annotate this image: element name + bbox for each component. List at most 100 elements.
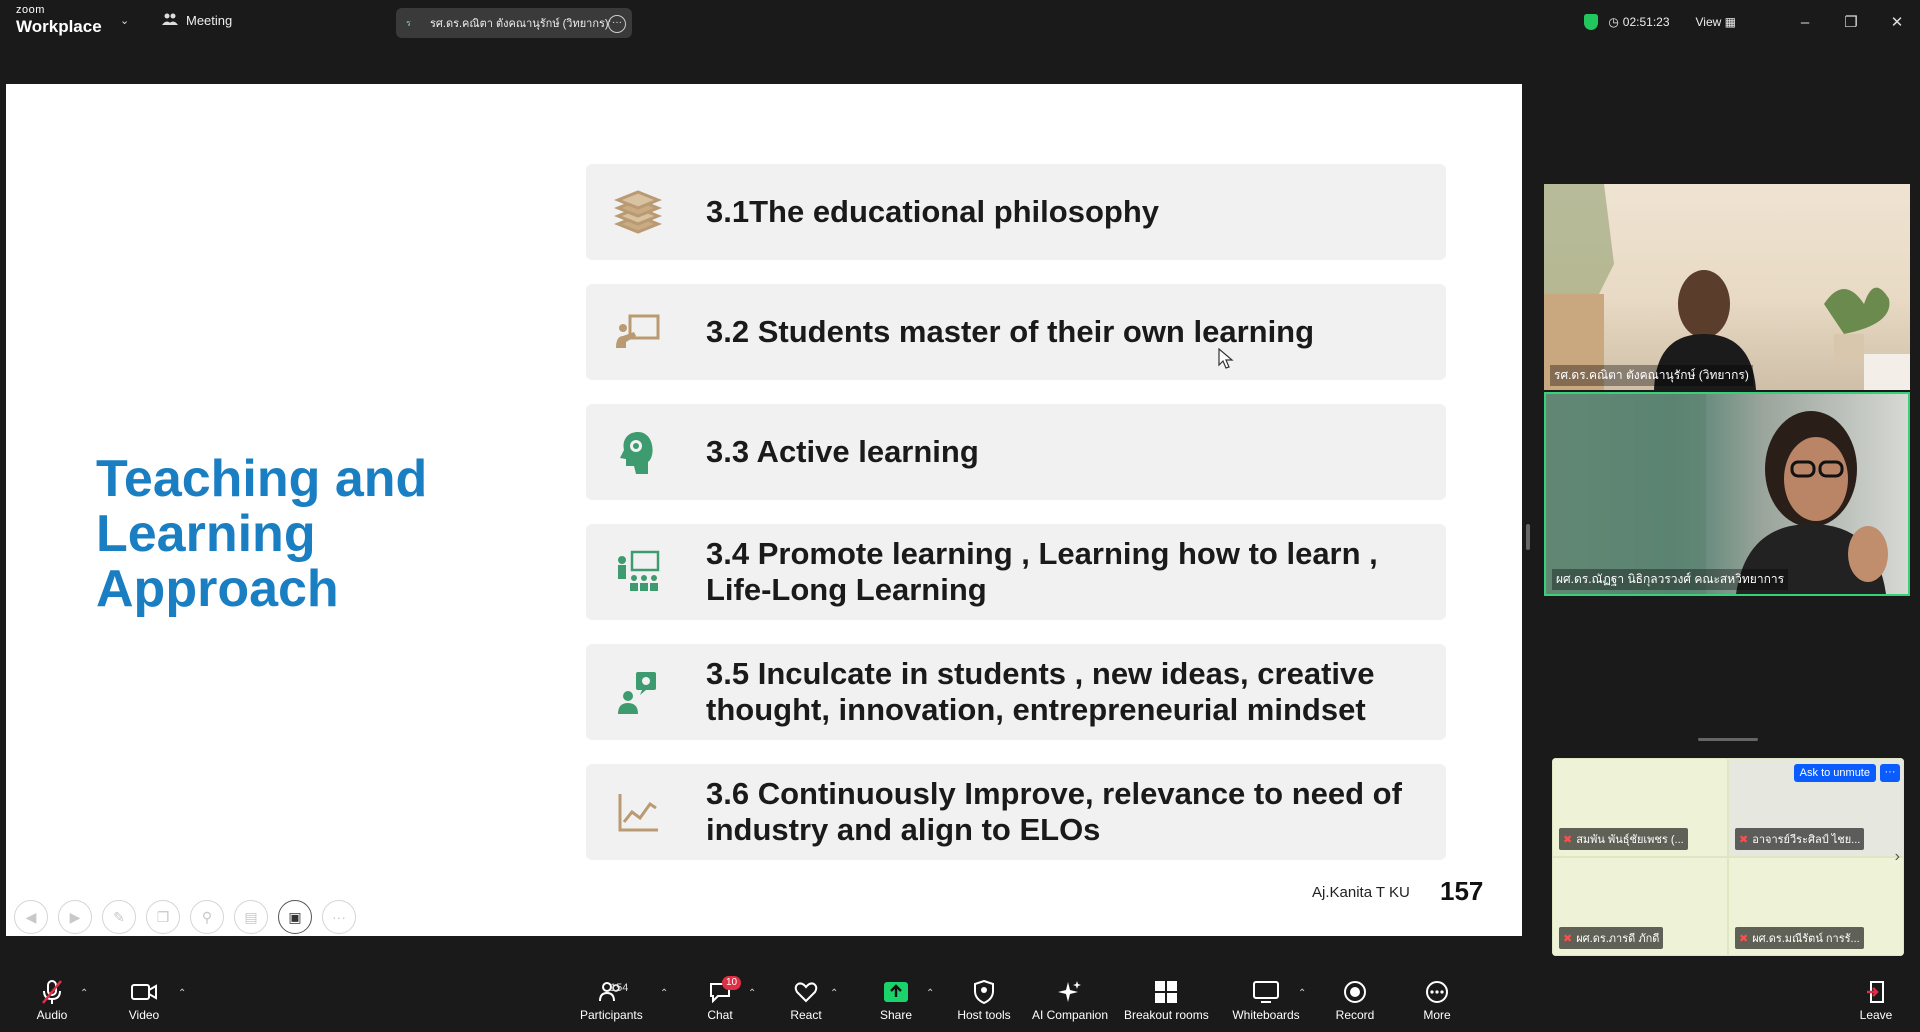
react-button[interactable]: React (786, 978, 826, 1022)
share-label: Share (879, 1008, 913, 1022)
grid-view-icon: ▦ (1724, 15, 1736, 29)
breakout-rooms-label: Breakout rooms (1124, 1008, 1209, 1022)
more-button[interactable]: More (1418, 978, 1456, 1022)
gallery-panel: ✖ สมพัน พันธุ์ชัยเพชร (... ✖ อาจารย์วีระศิ… (1552, 758, 1904, 956)
chevron-down-icon[interactable]: ⌄ (120, 14, 129, 27)
whiteboards-caret-icon[interactable]: ⌃ (1298, 988, 1306, 999)
speaker-2-video-icon (1546, 394, 1888, 594)
speaker-1-video-icon (1544, 184, 1910, 390)
slide-item-text: 3.2 Students master of their own learnin… (706, 314, 1315, 349)
brand-small-text: zoom (16, 4, 45, 16)
gallery-tile-name: สมพัน พันธุ์ชัยเพชร (... (1576, 834, 1684, 846)
idea-person-icon (614, 668, 662, 716)
security-shield-icon[interactable] (1584, 14, 1599, 30)
subtitles-icon[interactable]: ▤ (234, 900, 268, 934)
meeting-timer[interactable]: 02:51:23 (1623, 15, 1670, 29)
whiteboards-label: Whiteboards (1232, 1008, 1300, 1022)
gallery-tile[interactable]: ✖ ผศ.ดร.มณีรัตน์ การรั... (1728, 857, 1904, 956)
ask-to-unmute-button[interactable]: Ask to unmute (1793, 764, 1876, 782)
muted-mic-icon: ✖ (1563, 933, 1573, 945)
video-button[interactable]: Video (124, 978, 164, 1022)
prev-slide-icon[interactable]: ◀ (14, 900, 48, 934)
chat-icon: 10 (700, 976, 742, 1006)
muted-mic-icon: ✖ (1739, 933, 1749, 945)
clock-icon: ◷ (1608, 15, 1619, 29)
participants-button[interactable]: 154 Participants (580, 978, 643, 1022)
gallery-more-button[interactable]: ··· (1880, 764, 1900, 782)
title-bar: zoom Workplace ⌄ Meeting ร รศ.ดร.คณิตา ต… (0, 0, 1920, 44)
meeting-label: Meeting (186, 13, 233, 28)
trend-chart-icon (614, 788, 662, 836)
whiteboard-icon (1232, 978, 1300, 1006)
books-icon (613, 188, 663, 236)
speaker-2-name: ผศ.ดร.ณัฏฐา นิธิกุลวรวงศ์ คณะสหวิทยาการ (1552, 569, 1789, 590)
host-tools-button[interactable]: Host tools (954, 978, 1014, 1022)
share-screen-icon (876, 978, 916, 1006)
zoom-workplace-logo[interactable]: zoom Workplace (16, 4, 102, 36)
leave-door-icon (1856, 978, 1896, 1006)
slide-item-text: 3.1The educational philosophy (706, 194, 1160, 229)
camera-icon[interactable]: ▣ (278, 900, 312, 934)
share-caret-icon[interactable]: ⌃ (926, 988, 934, 999)
participants-count: 154 (610, 982, 629, 994)
shared-slide: Teaching and Learning Approach 3.1The ed… (6, 84, 1522, 936)
host-shield-icon (954, 978, 1014, 1006)
more-options-icon[interactable]: ··· (608, 15, 626, 33)
record-icon (1334, 978, 1376, 1006)
participants-caret-icon[interactable]: ⌃ (660, 988, 668, 999)
gallery-next-icon[interactable]: › (1895, 848, 1900, 866)
video-tile-speaker-2[interactable]: ผศ.ดร.ณัฏฐา นิธิกุลวรวงศ์ คณะสหวิทยาการ (1544, 392, 1910, 596)
gallery-tile[interactable]: ✖ ผศ.ดร.ภารดี ภักดี (1552, 857, 1728, 956)
gallery-tile-name: ผศ.ดร.ภารดี ภักดี (1576, 933, 1660, 945)
breakout-rooms-button[interactable]: Breakout rooms (1124, 978, 1209, 1022)
video-camera-icon (124, 978, 164, 1006)
panel-resize-handle[interactable] (1526, 524, 1530, 550)
react-caret-icon[interactable]: ⌃ (830, 988, 838, 999)
next-slide-icon[interactable]: ▶ (58, 900, 92, 934)
copy-slides-icon[interactable]: ❐ (146, 900, 180, 934)
zoom-in-icon[interactable]: ⚲ (190, 900, 224, 934)
minimize-icon[interactable]: – (1782, 14, 1828, 31)
chat-caret-icon[interactable]: ⌃ (748, 988, 756, 999)
meeting-menu[interactable]: Meeting (162, 12, 232, 29)
react-label: React (790, 1008, 822, 1022)
more-label: More (1423, 1008, 1451, 1022)
gallery-tile[interactable]: ✖ สมพัน พันธุ์ชัยเพชร (... (1552, 758, 1728, 857)
leave-button[interactable]: Leave (1856, 978, 1896, 1022)
view-label: View (1695, 15, 1722, 29)
heart-icon (786, 978, 826, 1006)
slide-item-3: 3.3 Active learning (586, 404, 1446, 500)
active-speaker-pill[interactable]: ร รศ.ดร.คณิตา ตังคณานุรักษ์ (วิทยากร)' ·… (396, 8, 632, 38)
close-icon[interactable]: ✕ (1874, 13, 1920, 31)
ai-companion-button[interactable]: AI Companion (1030, 978, 1110, 1022)
mouse-cursor-icon (1218, 348, 1234, 369)
more-icon[interactable]: ··· (322, 900, 356, 934)
record-button[interactable]: Record (1334, 978, 1376, 1022)
view-button[interactable]: View ▦ (1696, 15, 1736, 29)
slide-title: Teaching and Learning Approach (96, 450, 428, 618)
slide-page-number: 157 (1440, 876, 1484, 906)
pen-icon[interactable]: ✎ (102, 900, 136, 934)
gallery-scroll-indicator[interactable] (1698, 738, 1758, 741)
teacher-board-icon (614, 308, 662, 356)
speaker-avatar-icon: ร (406, 18, 411, 28)
audio-button[interactable]: Audio (32, 978, 72, 1022)
slide-item-text: 3.4 Promote learning , Learning how to l… (706, 536, 1378, 607)
whiteboards-button[interactable]: Whiteboards (1232, 978, 1300, 1022)
video-tile-speaker-1[interactable]: รศ.ดร.คณิตา ตังคณานุรักษ์ (วิทยากร) (1544, 184, 1910, 390)
video-options-caret-icon[interactable]: ⌃ (178, 988, 186, 999)
participants-icon: 154 (580, 978, 642, 1006)
slide-item-5: 3.5 Inculcate in students , new ideas, c… (586, 644, 1446, 740)
ai-companion-label: AI Companion (1031, 1008, 1109, 1022)
classroom-icon (614, 548, 662, 596)
record-label: Record (1335, 1008, 1375, 1022)
restore-icon[interactable]: ❐ (1828, 13, 1874, 31)
audio-options-caret-icon[interactable]: ⌃ (80, 988, 88, 999)
meeting-icon (162, 12, 178, 29)
host-tools-label: Host tools (957, 1008, 1011, 1022)
participants-label: Participants (580, 1008, 643, 1022)
gallery-tile-name: ผศ.ดร.มณีรัตน์ การรั... (1752, 933, 1860, 945)
chat-button[interactable]: 10 Chat (700, 976, 742, 1022)
speaker-1-name: รศ.ดร.คณิตา ตังคณานุรักษ์ (วิทยากร) (1550, 365, 1753, 386)
share-button[interactable]: Share (876, 978, 916, 1022)
